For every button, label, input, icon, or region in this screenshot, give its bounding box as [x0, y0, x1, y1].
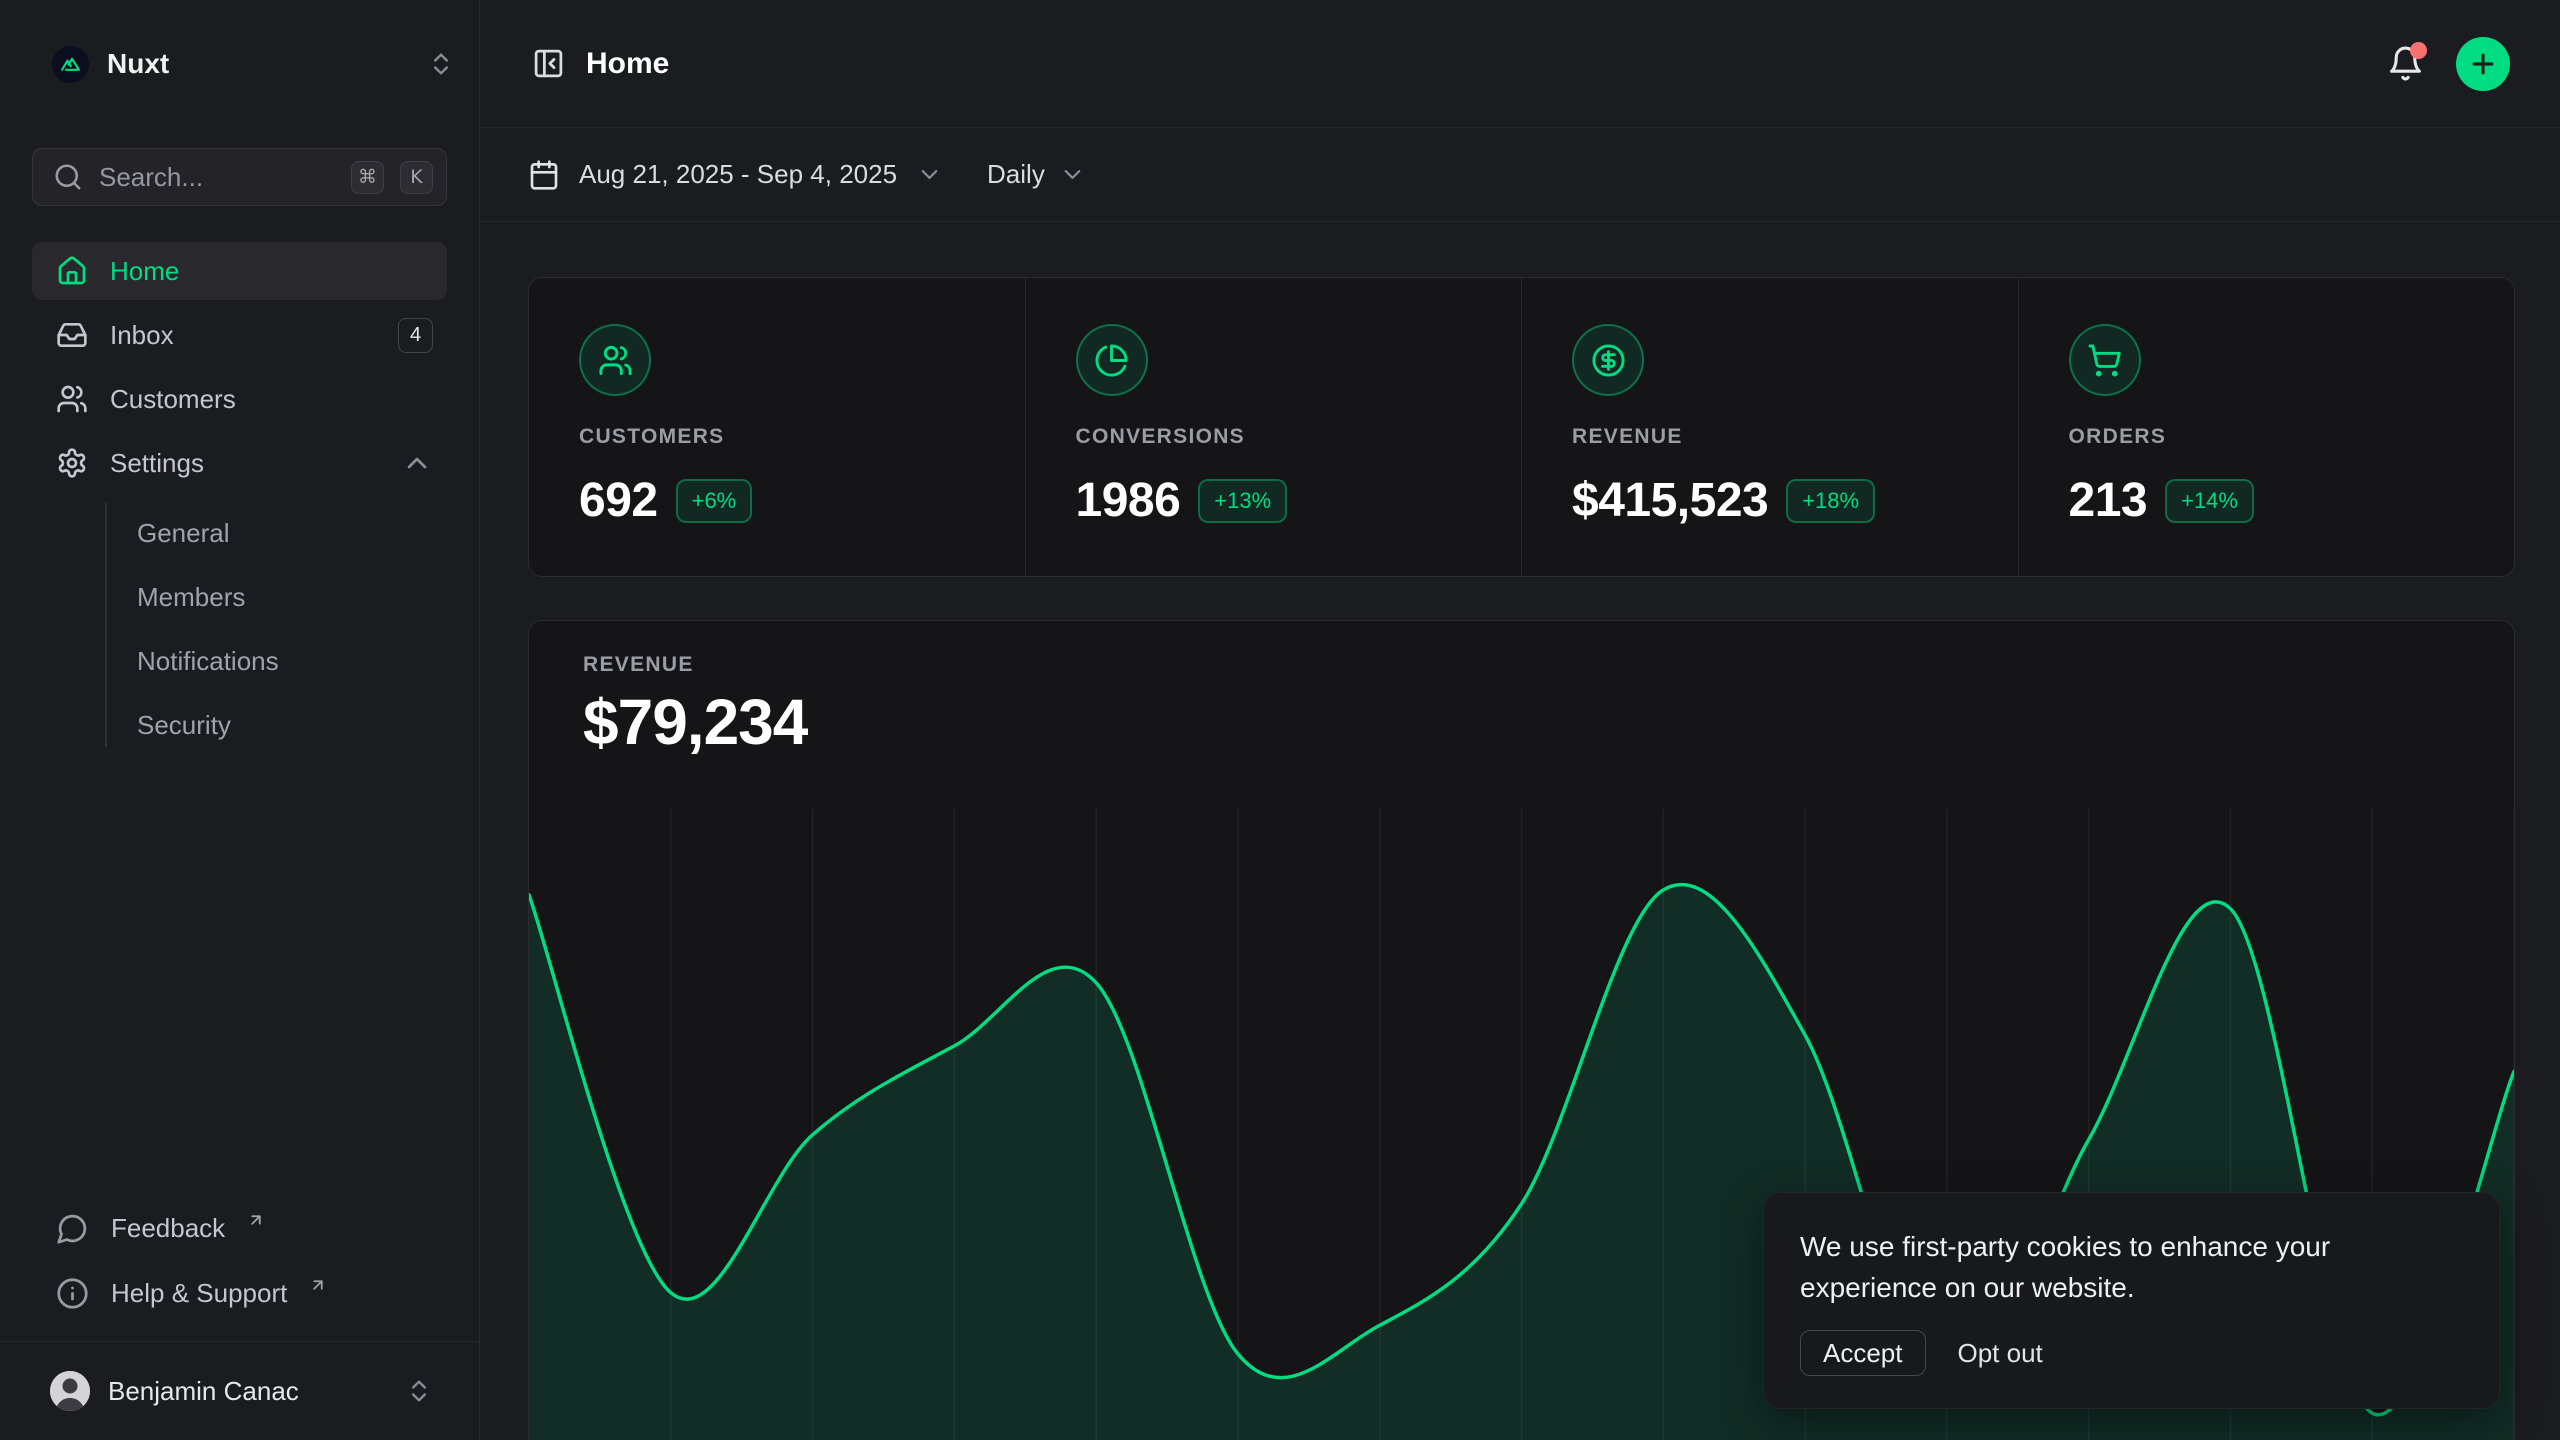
sidebar-divider — [0, 1341, 479, 1342]
user-menu[interactable]: Benjamin Canac — [32, 1362, 447, 1420]
stat-label: CONVERSIONS — [1076, 425, 1522, 449]
sidebar: Nuxt Search... ⌘ K Home Inbox 4 Customer… — [0, 0, 480, 1440]
kbd-command: ⌘ — [351, 161, 384, 194]
workspace-name: Nuxt — [107, 48, 409, 80]
home-icon — [56, 255, 88, 287]
sidebar-item-label: Customers — [110, 384, 433, 415]
stat-value: 692 — [579, 473, 658, 528]
footer-item-label: Feedback — [111, 1213, 225, 1244]
granularity-select[interactable]: Daily — [987, 159, 1086, 190]
chevron-up-icon — [401, 447, 433, 479]
revenue-chart-value: $79,234 — [583, 689, 2514, 755]
panel-left-close-icon — [532, 47, 565, 80]
new-item-button[interactable] — [2456, 37, 2510, 91]
search-input[interactable]: Search... ⌘ K — [32, 148, 447, 206]
avatar — [50, 1371, 90, 1411]
sidebar-footer-nav: Feedback Help & Support — [32, 1199, 447, 1322]
sidebar-item-feedback[interactable]: Feedback — [32, 1199, 447, 1257]
stat-orders[interactable]: ORDERS 213 +14% — [2018, 278, 2515, 576]
stat-value: $415,523 — [1572, 473, 1768, 528]
user-name: Benjamin Canac — [108, 1376, 387, 1407]
sidebar-item-general[interactable]: General — [64, 501, 415, 565]
opt-out-button[interactable]: Opt out — [1958, 1338, 2043, 1369]
sidebar-item-customers[interactable]: Customers — [32, 370, 447, 428]
notifications-button[interactable] — [2382, 41, 2428, 87]
granularity-value: Daily — [987, 159, 1045, 190]
sidebar-item-home[interactable]: Home — [32, 242, 447, 300]
nuxt-logo-icon — [52, 46, 89, 83]
stats-card: CUSTOMERS 692 +6% CONVERSIONS 1986 +13% — [528, 277, 2515, 577]
inbox-icon — [56, 319, 88, 351]
shopping-cart-icon — [2069, 324, 2141, 396]
date-range-picker[interactable]: Aug 21, 2025 - Sep 4, 2025 — [528, 159, 943, 191]
sidebar-item-label: Settings — [110, 448, 379, 479]
chevrons-up-down-icon — [405, 1377, 433, 1405]
stat-revenue[interactable]: REVENUE $415,523 +18% — [1521, 278, 2018, 576]
sidebar-item-inbox[interactable]: Inbox 4 — [32, 306, 447, 364]
sidebar-spacer — [0, 757, 479, 1199]
stat-customers[interactable]: CUSTOMERS 692 +6% — [529, 278, 1025, 576]
date-range-value: Aug 21, 2025 - Sep 4, 2025 — [579, 159, 897, 190]
revenue-chart-label: REVENUE — [583, 654, 2514, 675]
external-link-icon — [247, 1211, 265, 1229]
page-title: Home — [586, 47, 2382, 81]
plus-icon — [2468, 49, 2498, 79]
sidebar-item-label: Inbox — [110, 320, 376, 351]
search-placeholder: Search... — [99, 162, 343, 193]
settings-subnav: General Members Notifications Security — [64, 501, 415, 757]
chevrons-up-down-icon — [427, 50, 455, 78]
workspace-selector[interactable]: Nuxt — [52, 36, 455, 92]
search-icon — [53, 162, 83, 192]
footer-item-label: Help & Support — [111, 1278, 287, 1309]
chevron-down-icon — [916, 161, 943, 188]
stat-conversions[interactable]: CONVERSIONS 1986 +13% — [1025, 278, 1522, 576]
filters-toolbar: Aug 21, 2025 - Sep 4, 2025 Daily — [480, 128, 2560, 222]
message-circle-icon — [56, 1212, 89, 1245]
sidebar-item-notifications[interactable]: Notifications — [64, 629, 415, 693]
notification-dot — [2410, 42, 2427, 59]
cookie-banner: We use first-party cookies to enhance yo… — [1763, 1192, 2500, 1409]
gear-icon — [56, 447, 88, 479]
stat-delta-badge: +13% — [1198, 479, 1287, 523]
stat-label: CUSTOMERS — [579, 425, 1025, 449]
sidebar-item-label: Home — [110, 256, 433, 287]
page-header: Home — [480, 0, 2560, 128]
chart-pie-icon — [1076, 324, 1148, 396]
sidebar-item-security[interactable]: Security — [64, 693, 415, 757]
sidebar-collapse-button[interactable] — [526, 42, 570, 86]
stat-label: ORDERS — [2069, 425, 2515, 449]
external-link-icon — [309, 1276, 327, 1294]
sidebar-item-settings[interactable]: Settings — [32, 434, 447, 492]
subnav-guide-line — [105, 503, 107, 747]
kbd-k: K — [400, 161, 433, 194]
sidebar-item-members[interactable]: Members — [64, 565, 415, 629]
sidebar-nav: Home Inbox 4 Customers Settings General … — [32, 242, 447, 757]
stat-value: 1986 — [1076, 473, 1181, 528]
info-circle-icon — [56, 1277, 89, 1310]
stat-delta-badge: +6% — [676, 479, 753, 523]
circle-dollar-icon — [1572, 324, 1644, 396]
app-root: Nuxt Search... ⌘ K Home Inbox 4 Customer… — [0, 0, 2560, 1440]
cookie-message: We use first-party cookies to enhance yo… — [1800, 1226, 2463, 1308]
stat-value: 213 — [2069, 473, 2148, 528]
sidebar-item-help-support[interactable]: Help & Support — [32, 1264, 447, 1322]
users-icon — [579, 324, 651, 396]
chevron-down-icon — [1059, 161, 1086, 188]
stat-delta-badge: +18% — [1786, 479, 1875, 523]
stat-label: REVENUE — [1572, 425, 2018, 449]
accept-button[interactable]: Accept — [1800, 1330, 1926, 1376]
calendar-icon — [528, 159, 560, 191]
users-icon — [56, 383, 88, 415]
stat-delta-badge: +14% — [2165, 479, 2254, 523]
inbox-count-badge: 4 — [398, 318, 433, 353]
